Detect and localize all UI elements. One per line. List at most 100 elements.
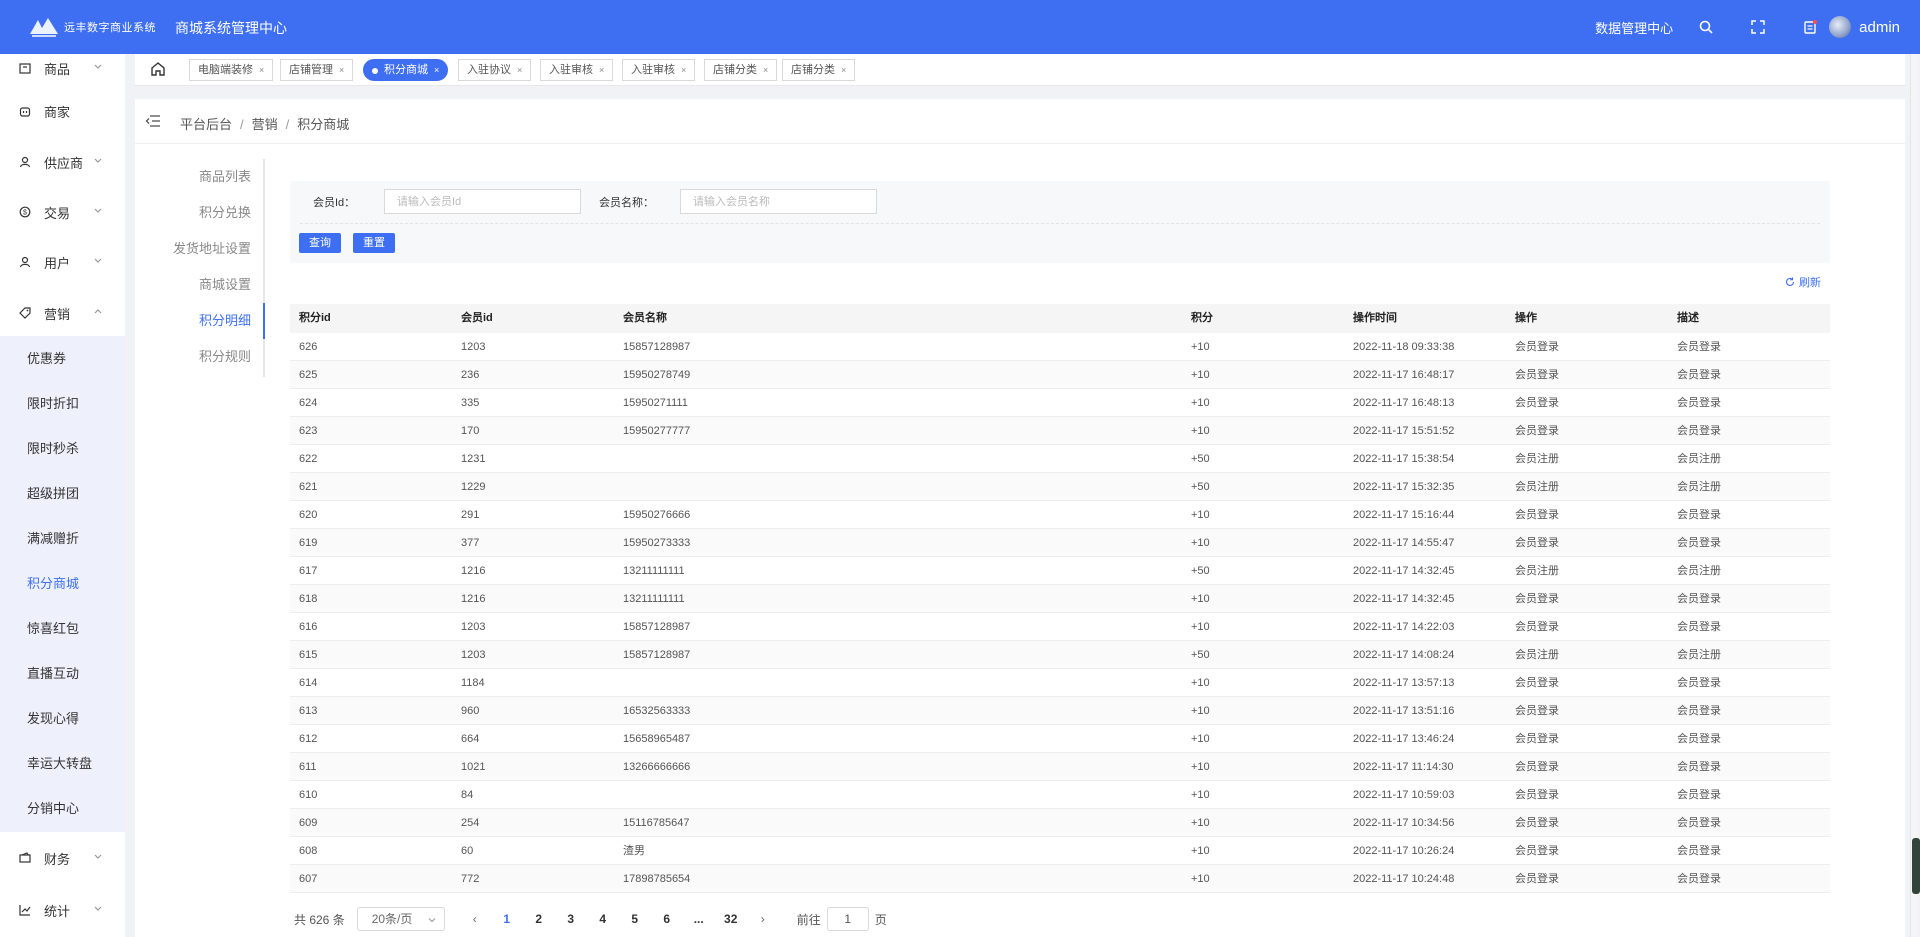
cell-operation: 会员登录 [1515,677,1559,689]
scrollbar-thumb[interactable] [1912,838,1920,894]
cell-description: 会员注册 [1677,565,1721,577]
tab-pc-decoration[interactable]: 电脑端装修 × [189,59,274,81]
table-row: 614 1184 +10 2022-11-17 13:57:13 会员登录 会员登录 [290,669,1830,697]
cell-description: 会员登录 [1677,509,1721,521]
cell-points: +10 [1191,845,1210,857]
cell-points-id: 608 [299,845,318,857]
close-icon[interactable]: × [434,65,439,75]
query-button[interactable]: 查询 [299,233,341,253]
data-center-link[interactable]: 数据管理中心 [1595,18,1673,37]
close-icon[interactable]: × [681,65,686,75]
chevron-down-icon [94,258,102,263]
sidebar-item-transactions[interactable]: $ 交易 [0,192,125,232]
sidenav-item-shipping-address[interactable]: 发货地址设置 [133,231,251,267]
member-name-input[interactable] [680,189,877,214]
cell-description: 会员登录 [1677,425,1721,437]
submenu-item-flash-discount[interactable]: 限时折扣 [0,381,125,426]
next-page-icon[interactable]: › [751,912,775,926]
menu-collapse-icon[interactable] [145,113,161,129]
submenu-item-red-packet[interactable]: 惊喜红包 [0,606,125,651]
close-icon[interactable]: × [517,65,522,75]
page-2[interactable]: 2 [523,912,555,926]
sidebar-item-products[interactable]: 商品 [0,54,125,88]
package-icon [18,61,32,75]
tab-settle-review-1[interactable]: 入驻审核 × [540,59,614,81]
avatar[interactable] [1829,16,1852,38]
breadcrumb-marketing[interactable]: 营销 [252,117,278,132]
tab-points-mall[interactable]: 积分商城 × [363,59,449,81]
close-icon[interactable]: × [339,65,344,75]
refresh-button[interactable]: 刷新 [1785,274,1821,290]
member-id-input[interactable] [384,189,581,214]
cell-op-time: 2022-11-17 15:51:52 [1353,425,1455,437]
supplier-icon [18,155,32,169]
fullscreen-icon[interactable] [1749,18,1767,36]
breadcrumb-platform[interactable]: 平台后台 [180,117,232,132]
table-row: 618 1216 13211111111 +10 2022-11-17 14:32:45… [290,585,1830,613]
tab-settle-agreement[interactable]: 入驻协议 × [458,59,532,81]
cell-description: 会员登录 [1677,537,1721,549]
cell-operation: 会员登录 [1515,873,1559,885]
submenu-item-points-mall[interactable]: 积分商城 [0,561,125,606]
page-6[interactable]: 6 [651,912,683,926]
sidebar-item-finance[interactable]: 财务 [0,838,125,878]
page-scrollbar[interactable] [1910,54,1918,937]
prev-page-icon[interactable]: ‹ [463,912,487,926]
cell-op-time: 2022-11-17 14:22:03 [1353,621,1455,633]
submenu-item-coupons[interactable]: 优惠券 [0,336,125,381]
page-ellipsis[interactable]: ... [683,912,715,926]
cell-member-id: 1216 [461,593,486,605]
tab-store-management[interactable]: 店铺管理 × [280,59,354,81]
sidenav-item-mall-settings[interactable]: 商城设置 [133,267,251,303]
cell-description: 会员登录 [1677,397,1721,409]
page-1[interactable]: 1 [491,912,523,926]
search-icon[interactable] [1697,18,1715,36]
submenu-item-group-buy[interactable]: 超级拼团 [0,471,125,516]
close-icon[interactable]: × [599,65,604,75]
tab-settle-review-2[interactable]: 入驻审核 × [622,59,696,81]
wallet-icon [18,851,32,865]
user-name[interactable]: admin [1859,19,1900,36]
sidebar-item-statistics[interactable]: 统计 [0,890,125,930]
submenu-item-live[interactable]: 直播互动 [0,651,125,696]
tab-store-category-2[interactable]: 店铺分类 × [782,59,856,81]
cell-op-time: 2022-11-17 14:32:45 [1353,565,1455,577]
page-5[interactable]: 5 [619,912,651,926]
cell-points: +10 [1191,733,1210,745]
submenu-item-lucky-wheel[interactable]: 幸运大转盘 [0,741,125,786]
cell-points: +10 [1191,705,1210,717]
cell-member-name: 16532563333 [623,705,691,717]
goto-page-input[interactable]: 1 [826,907,869,931]
home-icon[interactable] [149,60,167,78]
cell-points-id: 613 [299,705,318,717]
notification-icon[interactable] [1801,18,1819,36]
sidenav-item-product-list[interactable]: 商品列表 [133,159,251,195]
cell-member-id: 170 [461,425,480,437]
close-icon[interactable]: × [841,65,846,75]
submenu-item-distribution[interactable]: 分销中心 [0,786,125,831]
page-32[interactable]: 32 [715,912,747,926]
cell-points: +10 [1191,509,1210,521]
cell-op-time: 2022-11-17 10:26:24 [1353,845,1455,857]
submenu-item-seckill[interactable]: 限时秒杀 [0,426,125,471]
page-3[interactable]: 3 [555,912,587,926]
sidebar-item-marketing[interactable]: 营销 [0,293,125,333]
sidenav-item-points-exchange[interactable]: 积分兑换 [133,195,251,231]
close-icon[interactable]: × [763,65,768,75]
submenu-item-discover[interactable]: 发现心得 [0,696,125,741]
member-name-label: 会员名称： [599,197,654,209]
close-icon[interactable]: × [259,65,264,75]
sidenav-item-points-rules[interactable]: 积分规则 [133,339,251,375]
tag-icon [18,306,32,320]
cell-points: +10 [1191,817,1210,829]
reset-button[interactable]: 重置 [353,233,395,253]
page-size-select[interactable]: 20条/页 [356,907,445,931]
sidebar-item-suppliers[interactable]: 供应商 [0,142,125,182]
sidebar-item-users[interactable]: 用户 [0,242,125,282]
pagination: 共 626 条 20条/页 ‹ 1 2 3 4 5 6 ... 32 › 前往 … [290,907,887,931]
tab-store-category-1[interactable]: 店铺分类 × [704,59,778,81]
sidebar-item-merchants[interactable]: 商家 [0,91,125,131]
page-4[interactable]: 4 [587,912,619,926]
submenu-item-full-reduction[interactable]: 满减赠折 [0,516,125,561]
sidenav-item-points-detail[interactable]: 积分明细 [133,303,251,339]
